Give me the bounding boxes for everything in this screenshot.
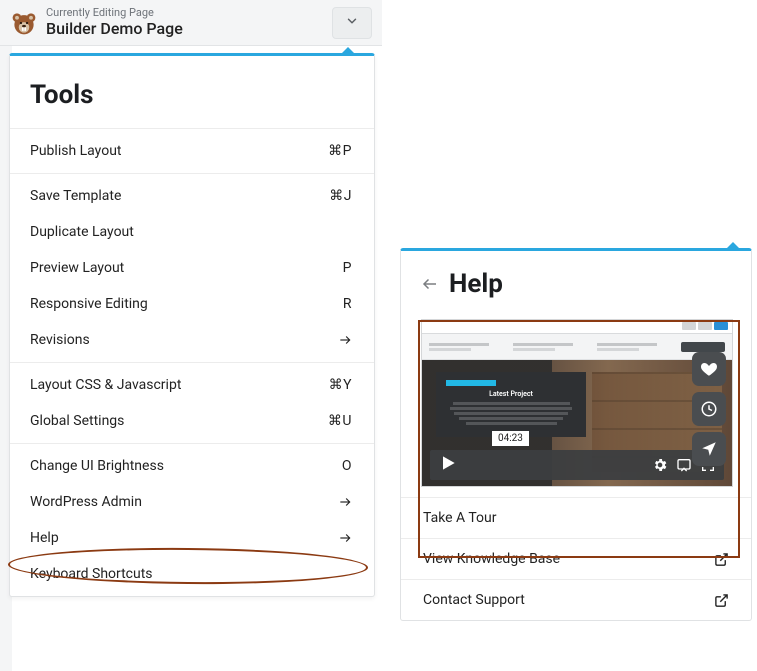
menu-item-label: Revisions (30, 332, 90, 348)
menu-item-keyboard-shortcuts[interactable]: Keyboard Shortcuts (10, 556, 374, 592)
header-titles: Currently Editing Page Builder Demo Page (46, 7, 324, 38)
video-controls (430, 450, 724, 480)
help-video[interactable]: Latest Project 04:23 (421, 319, 733, 487)
menu-group: Layout CSS & Javascript ⌘Y Global Settin… (10, 362, 374, 443)
watch-later-button[interactable] (692, 392, 726, 426)
chevron-down-icon (345, 13, 359, 32)
cast-icon[interactable] (676, 457, 692, 473)
menu-item-label: WordPress Admin (30, 494, 142, 510)
play-icon[interactable] (438, 453, 458, 477)
menu-item-shortcut: ⌘P (328, 143, 352, 159)
help-item-label: Contact Support (423, 592, 525, 608)
video-preview-editor-header (422, 334, 732, 360)
help-item-contact-support[interactable]: Contact Support (401, 579, 751, 620)
video-caption-title: Latest Project (446, 390, 576, 400)
video-preview-topbar (422, 320, 732, 334)
video-side-actions (692, 352, 726, 466)
menu-item-global-settings[interactable]: Global Settings ⌘U (10, 403, 374, 439)
header-subtitle: Currently Editing Page (46, 7, 324, 20)
menu-item-shortcut: ⌘J (329, 188, 352, 204)
beaver-logo-icon (10, 9, 38, 37)
menu-item-label: Help (30, 530, 59, 546)
help-header: Help (401, 251, 751, 313)
menu-item-ui-brightness[interactable]: Change UI Brightness O (10, 448, 374, 484)
menu-item-publish-layout[interactable]: Publish Layout ⌘P (10, 133, 374, 169)
tools-heading: Tools (10, 56, 374, 128)
menu-group: Publish Layout ⌘P (10, 128, 374, 173)
menu-group: Change UI Brightness O WordPress Admin H… (10, 443, 374, 596)
menu-item-label: Publish Layout (30, 143, 122, 159)
help-panel: Help Latest Project 04:23 (400, 248, 752, 621)
header-dropdown-button[interactable] (332, 7, 372, 39)
page-header: Currently Editing Page Builder Demo Page (0, 0, 382, 46)
menu-item-duplicate-layout[interactable]: Duplicate Layout (10, 214, 374, 250)
menu-item-revisions[interactable]: Revisions (10, 322, 374, 358)
external-link-icon (714, 552, 729, 567)
arrow-right-icon (338, 495, 352, 509)
video-duration: 04:23 (492, 431, 529, 446)
help-heading: Help (449, 269, 503, 299)
menu-item-shortcut: O (342, 458, 352, 474)
menu-item-label: Change UI Brightness (30, 458, 164, 474)
help-video-container: Latest Project 04:23 (401, 313, 751, 497)
back-button[interactable] (421, 275, 439, 293)
menu-item-layout-css-js[interactable]: Layout CSS & Javascript ⌘Y (10, 367, 374, 403)
menu-group: Save Template ⌘J Duplicate Layout Previe… (10, 173, 374, 362)
menu-item-shortcut: ⌘Y (329, 377, 352, 393)
menu-item-label: Responsive Editing (30, 296, 148, 312)
menu-item-shortcut: ⌘U (328, 413, 352, 429)
menu-item-label: Global Settings (30, 413, 124, 429)
help-item-label: View Knowledge Base (423, 551, 560, 567)
menu-item-help[interactable]: Help (10, 520, 374, 556)
menu-item-shortcut: R (343, 296, 352, 312)
help-item-label: Take A Tour (423, 510, 497, 526)
arrow-right-icon (338, 333, 352, 347)
menu-item-label: Duplicate Layout (30, 224, 134, 240)
menu-item-responsive-editing[interactable]: Responsive Editing R (10, 286, 374, 322)
menu-item-label: Save Template (30, 188, 121, 204)
menu-item-label: Keyboard Shortcuts (30, 566, 153, 582)
like-button[interactable] (692, 352, 726, 386)
help-item-take-tour[interactable]: Take A Tour (401, 497, 751, 538)
menu-item-save-template[interactable]: Save Template ⌘J (10, 178, 374, 214)
share-button[interactable] (692, 432, 726, 466)
header-title: Builder Demo Page (46, 20, 324, 38)
tools-panel: Tools Publish Layout ⌘P Save Template ⌘J… (9, 53, 375, 597)
video-caption-panel: Latest Project (436, 372, 586, 437)
external-link-icon (714, 593, 729, 608)
arrow-right-icon (338, 531, 352, 545)
menu-item-preview-layout[interactable]: Preview Layout P (10, 250, 374, 286)
help-item-knowledge-base[interactable]: View Knowledge Base (401, 538, 751, 579)
menu-item-label: Layout CSS & Javascript (30, 377, 181, 393)
menu-item-shortcut: P (343, 260, 352, 276)
menu-item-wordpress-admin[interactable]: WordPress Admin (10, 484, 374, 520)
gear-icon[interactable] (652, 457, 668, 473)
menu-item-label: Preview Layout (30, 260, 124, 276)
